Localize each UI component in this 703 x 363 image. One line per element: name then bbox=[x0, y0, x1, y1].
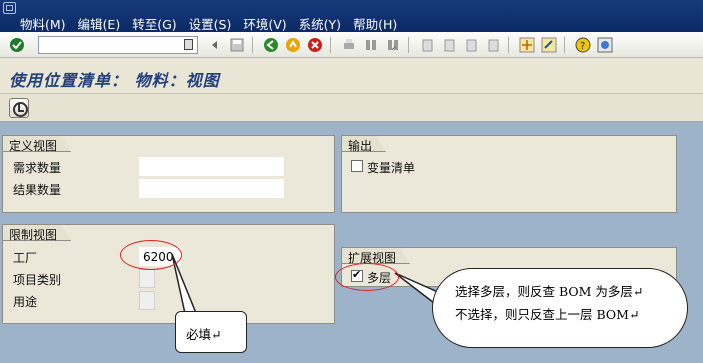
multilevel-callout-line1: 选择多层，则反查 BOM 为多层↵ bbox=[455, 284, 644, 299]
multilevel-callout: 选择多层，则反查 BOM 为多层↵ 不选择，则只反查上一层 BOM↵ bbox=[432, 268, 688, 348]
usage-field[interactable] bbox=[139, 291, 155, 310]
customize-layout-icon[interactable] bbox=[596, 36, 614, 54]
definition-view-group: 定义视图 需求数量 结果数量 bbox=[2, 135, 335, 213]
plant-highlight-ring bbox=[120, 240, 182, 270]
toolbar-separator bbox=[252, 37, 253, 53]
menu-environment[interactable]: 环境(V) bbox=[237, 14, 292, 33]
enter-check-icon[interactable] bbox=[8, 36, 26, 54]
variable-list-checkbox[interactable] bbox=[351, 160, 363, 172]
output-group: 输出 变量清单 bbox=[341, 135, 677, 213]
page-title: 使用位置清单： 物料：视图 bbox=[9, 71, 220, 90]
restriction-view-title: 限制视图 bbox=[2, 224, 71, 241]
svg-text:?: ? bbox=[580, 41, 585, 52]
multilevel-highlight-ring bbox=[335, 263, 399, 291]
usage-row: 用途 bbox=[13, 291, 273, 310]
item-category-row: 项目类别 bbox=[13, 269, 273, 288]
definition-view-title: 定义视图 bbox=[2, 135, 71, 152]
next-page-icon[interactable] bbox=[462, 36, 480, 54]
back-icon[interactable] bbox=[262, 36, 280, 54]
exit-icon[interactable] bbox=[284, 36, 302, 54]
result-quantity-row: 结果数量 bbox=[13, 179, 285, 198]
result-quantity-label: 结果数量 bbox=[13, 183, 62, 197]
help-icon[interactable]: ? bbox=[574, 36, 592, 54]
plant-label: 工厂 bbox=[13, 251, 38, 265]
first-page-icon[interactable] bbox=[418, 36, 436, 54]
command-field[interactable] bbox=[38, 36, 198, 54]
extended-view-title: 扩展视图 bbox=[341, 247, 410, 264]
system-menu-icon[interactable] bbox=[3, 2, 16, 14]
back-arrow-icon[interactable] bbox=[206, 36, 224, 54]
required-quantity-label: 需求数量 bbox=[13, 161, 62, 175]
last-page-icon[interactable] bbox=[484, 36, 502, 54]
required-quantity-field[interactable] bbox=[139, 157, 284, 176]
item-category-field[interactable] bbox=[139, 269, 155, 288]
command-history-icon[interactable] bbox=[184, 39, 193, 50]
menu-settings[interactable]: 设置(S) bbox=[183, 14, 238, 33]
application-toolbar bbox=[0, 94, 703, 122]
standard-toolbar: ? bbox=[0, 32, 703, 58]
execute-icon[interactable] bbox=[9, 98, 29, 118]
multilevel-callout-line2: 不选择，则只反查上一层 BOM↵ bbox=[455, 307, 640, 322]
find-icon[interactable] bbox=[362, 36, 380, 54]
title-bar: 使用位置清单： 物料：视图 bbox=[0, 58, 703, 94]
output-title: 输出 bbox=[341, 135, 386, 152]
menu-bar: 物料(M) 编辑(E) 转至(G) 设置(S) 环境(V) 系统(Y) 帮助(H… bbox=[0, 0, 703, 32]
required-quantity-row: 需求数量 bbox=[13, 157, 285, 176]
shortcut-icon[interactable] bbox=[540, 36, 558, 54]
required-callout-text: 必填↵ bbox=[186, 327, 222, 342]
result-quantity-field[interactable] bbox=[139, 179, 284, 198]
menu-help[interactable]: 帮助(H) bbox=[347, 14, 403, 33]
toolbar-separator bbox=[408, 37, 409, 53]
menu-material[interactable]: 物料(M) bbox=[14, 14, 72, 33]
required-callout: 必填↵ bbox=[175, 311, 247, 353]
menu-edit[interactable]: 编辑(E) bbox=[72, 14, 127, 33]
command-input[interactable] bbox=[39, 37, 179, 53]
toolbar-separator bbox=[564, 37, 565, 53]
toolbar-separator bbox=[330, 37, 331, 53]
create-session-icon[interactable] bbox=[518, 36, 536, 54]
prev-page-icon[interactable] bbox=[440, 36, 458, 54]
usage-label: 用途 bbox=[13, 295, 38, 309]
variable-list-label: 变量清单 bbox=[367, 161, 416, 175]
find-next-icon[interactable] bbox=[384, 36, 402, 54]
restriction-view-group: 限制视图 工厂 6200 项目类别 用途 bbox=[2, 224, 335, 324]
item-category-label: 项目类别 bbox=[13, 273, 62, 287]
save-icon[interactable] bbox=[228, 36, 246, 54]
menu-goto[interactable]: 转至(G) bbox=[126, 14, 182, 33]
print-icon[interactable] bbox=[340, 36, 358, 54]
cancel-icon[interactable] bbox=[306, 36, 324, 54]
menu-system[interactable]: 系统(Y) bbox=[293, 14, 347, 33]
toolbar-separator bbox=[508, 37, 509, 53]
